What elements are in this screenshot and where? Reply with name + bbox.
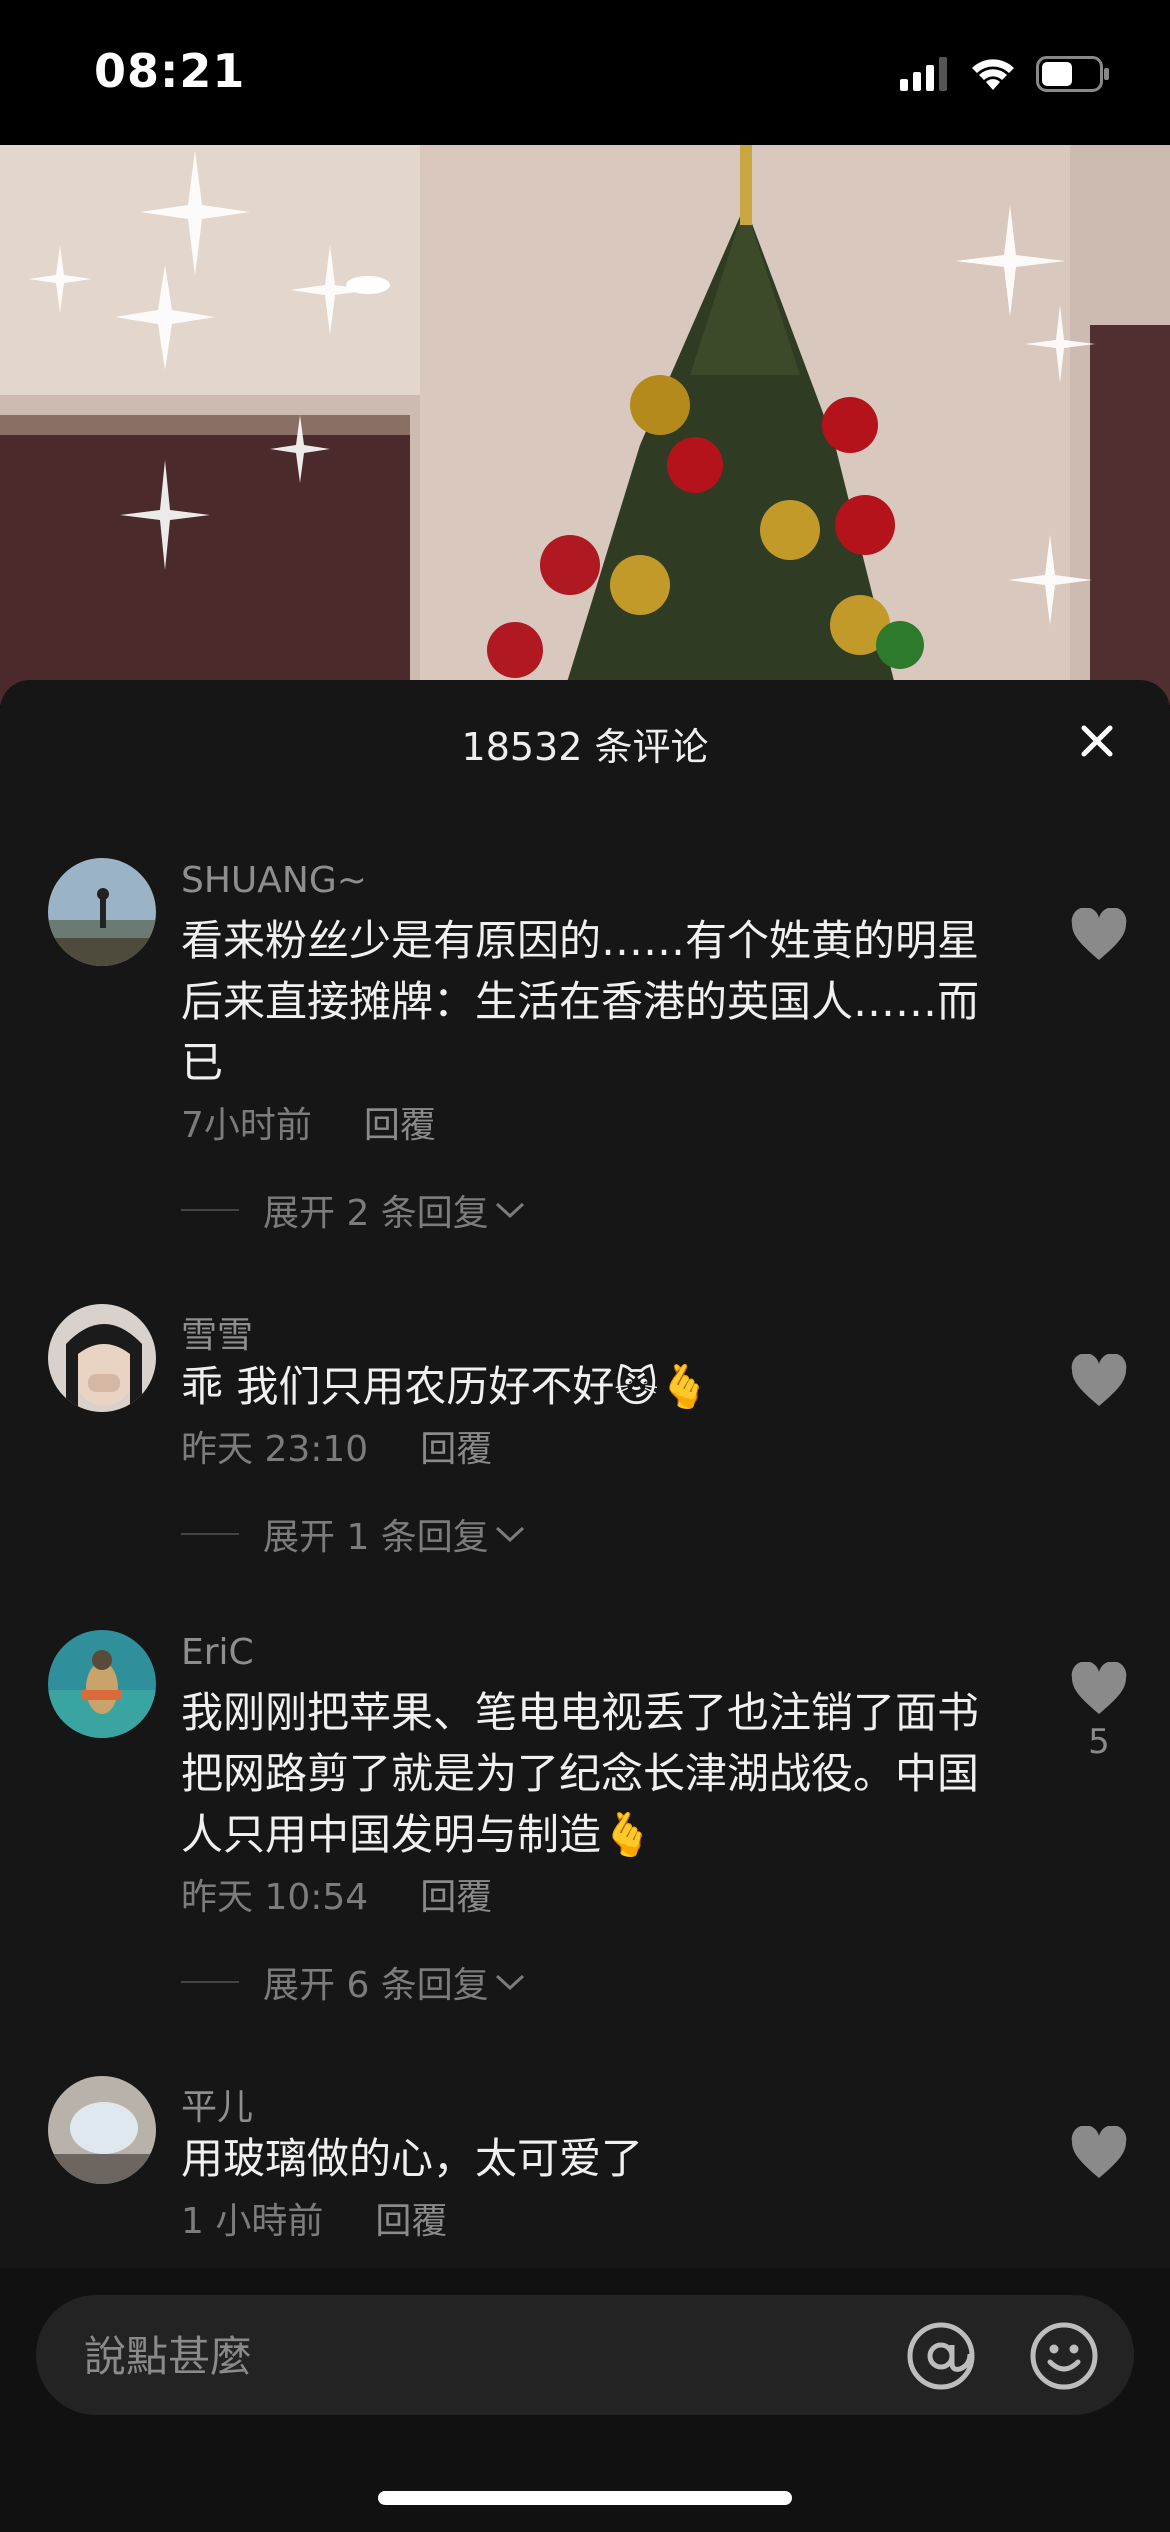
- comment-meta: 昨天 10:54 回覆: [181, 1868, 492, 1920]
- emoji-icon[interactable]: [1029, 2321, 1099, 2391]
- comment-input-bar: [0, 2268, 1170, 2532]
- chevron-down-icon: [495, 1526, 524, 1543]
- reply-button[interactable]: 回覆: [420, 1868, 492, 1920]
- divider-line: [181, 1209, 239, 1211]
- comment-time: 7小时前: [181, 1105, 312, 1146]
- commenter-name[interactable]: EriC: [181, 1632, 254, 1673]
- comment-input[interactable]: [82, 2295, 886, 2417]
- chevron-down-icon: [495, 1974, 524, 1991]
- avatar[interactable]: [48, 858, 156, 966]
- video-preview[interactable]: [0, 145, 1170, 705]
- expand-replies-button[interactable]: 展开 2 条回复: [181, 1184, 527, 1236]
- comment-time: 昨天 10:54: [181, 1877, 369, 1918]
- comment-text: 用玻璃做的心，太可爱了: [181, 2134, 644, 2183]
- comment-time: 昨天 23:10: [181, 1429, 369, 1470]
- comments-panel: 18532 条评论 SHUANG~ 看来粉丝少是有原因的……有个姓黄的明星后来直…: [0, 680, 1170, 2532]
- commenter-name[interactable]: 平儿: [181, 2078, 253, 2130]
- home-indicator: [378, 2491, 792, 2505]
- heart-icon[interactable]: [1070, 1354, 1128, 1408]
- signal-icon: [900, 57, 947, 91]
- divider-line: [181, 1533, 239, 1535]
- comment-time: 1 小時前: [181, 2201, 324, 2242]
- battery-icon: [1036, 56, 1109, 92]
- divider-line: [181, 1981, 239, 1983]
- expand-replies-button[interactable]: 展开 6 条回复: [181, 1956, 527, 2008]
- heart-icon[interactable]: [1070, 2126, 1128, 2180]
- expand-replies-label: 展开 6 条回复: [263, 1965, 489, 2006]
- christmas-tree-image: [0, 145, 1170, 705]
- like-count: 5: [1088, 1722, 1110, 1762]
- comment-text: 乖 我们只用农历好不好😼🫰: [181, 1362, 711, 1411]
- expand-replies-button[interactable]: 展开 1 条回复: [181, 1508, 527, 1560]
- commenter-name[interactable]: SHUANG~: [181, 860, 367, 901]
- wifi-icon: [972, 59, 1014, 90]
- avatar[interactable]: [48, 1304, 156, 1412]
- avatar[interactable]: [48, 2076, 156, 2184]
- heart-icon[interactable]: [1070, 908, 1128, 962]
- comment-meta: 1 小時前 回覆: [181, 2192, 447, 2244]
- expand-replies-label: 展开 2 条回复: [263, 1193, 489, 1234]
- reply-button[interactable]: 回覆: [364, 1096, 436, 1148]
- chevron-down-icon: [495, 1202, 524, 1219]
- status-icons: [900, 54, 1110, 94]
- comment-input-container[interactable]: [36, 2295, 1134, 2417]
- comments-count-title: 18532 条评论: [461, 725, 709, 769]
- commenter-name[interactable]: 雪雪: [181, 1306, 253, 1358]
- expand-replies-label: 展开 1 条回复: [263, 1517, 489, 1558]
- status-time: 08:21: [94, 44, 246, 98]
- status-bar: 08:21: [0, 0, 1170, 145]
- reply-button[interactable]: 回覆: [420, 1420, 492, 1472]
- avatar[interactable]: [48, 1630, 156, 1738]
- comment-meta: 7小时前 回覆: [181, 1096, 436, 1148]
- reply-button[interactable]: 回覆: [375, 2192, 447, 2244]
- comment-text: 看来粉丝少是有原因的……有个姓黄的明星后来直接摊牌：生活在香港的英国人……而已: [181, 916, 980, 1087]
- heart-icon[interactable]: [1070, 1662, 1128, 1716]
- comment-text: 我刚刚把苹果、笔电电视丢了也注销了面书把网路剪了就是为了纪念长津湖战役。中国人只…: [181, 1688, 980, 1859]
- at-icon[interactable]: [906, 2321, 976, 2391]
- close-icon[interactable]: [1072, 716, 1122, 766]
- comment-meta: 昨天 23:10 回覆: [181, 1420, 492, 1472]
